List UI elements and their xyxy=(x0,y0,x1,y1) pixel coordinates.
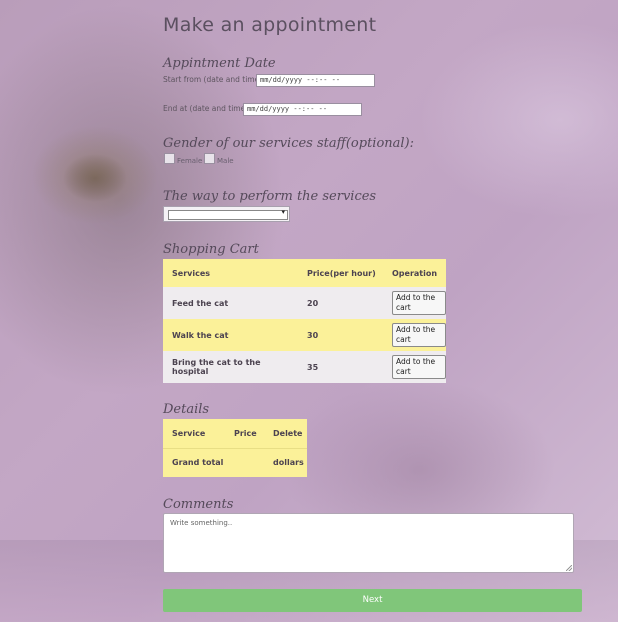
cart-price-cell: 20 xyxy=(307,298,319,308)
details-header-service: Service xyxy=(172,428,206,438)
details-header-row: Service Price Delete xyxy=(163,419,307,448)
cart-operation-cell: Add to the cart xyxy=(383,319,446,351)
add-to-cart-button[interactable]: Add to the cart xyxy=(392,291,446,315)
add-to-cart-button[interactable]: Add to the cart xyxy=(392,323,446,347)
details-header-delete: Delete xyxy=(273,428,303,438)
cart-header-price: Price(per hour) xyxy=(307,268,376,278)
grand-total-unit: dollars xyxy=(273,458,304,468)
end-datetime-input[interactable]: mm/dd/yyyy --:-- -- xyxy=(243,103,362,116)
comments-placeholder: Write something.. xyxy=(170,519,233,527)
female-label: Female xyxy=(177,157,203,165)
cart-service-cell: Bring the cat to the hospital xyxy=(172,358,261,376)
details-table: Service Price Delete Grand total dollars xyxy=(163,419,307,477)
grand-total-label: Grand total xyxy=(172,458,224,468)
appointment-date-title: Appintment Date xyxy=(163,56,276,71)
perform-way-select-box[interactable]: ▾ xyxy=(168,208,288,220)
grand-total-value xyxy=(225,448,264,477)
comments-title: Comments xyxy=(163,497,234,512)
gender-title: Gender of our services staff(optional): xyxy=(163,136,415,151)
table-row: Bring the cat to the hospital 35 Add to … xyxy=(163,351,446,383)
cart-header-row: Services Price(per hour) Operation xyxy=(163,259,446,287)
male-label: Male xyxy=(217,157,234,165)
perform-way-title: The way to perform the services xyxy=(163,189,377,204)
next-button[interactable]: Next xyxy=(163,589,582,612)
comments-textarea[interactable]: Write something.. xyxy=(163,513,574,573)
details-header-price: Price xyxy=(234,428,257,438)
cart-service-cell: Walk the cat xyxy=(172,330,229,340)
shopping-cart-table: Services Price(per hour) Operation Feed … xyxy=(163,259,446,383)
female-checkbox[interactable] xyxy=(164,153,175,164)
cart-operation-cell: Add to the cart xyxy=(383,287,446,319)
details-title: Details xyxy=(163,402,210,417)
shopping-cart-title: Shopping Cart xyxy=(163,242,259,257)
end-date-label: End at (date and time): xyxy=(163,104,251,113)
cart-operation-cell: Add to the cart xyxy=(383,351,446,383)
cart-price-cell: 30 xyxy=(307,330,319,340)
table-row: Feed the cat 20 Add to the cart xyxy=(163,287,446,319)
page-title: Make an appointment xyxy=(163,14,377,36)
grand-total-row: Grand total dollars xyxy=(163,448,307,477)
cart-service-cell: Feed the cat xyxy=(172,298,229,308)
cart-header-services: Services xyxy=(172,268,211,278)
start-date-label: Start from (date and time): xyxy=(163,75,265,84)
table-row: Walk the cat 30 Add to the cart xyxy=(163,319,446,351)
male-checkbox[interactable] xyxy=(204,153,215,164)
cart-price-cell: 35 xyxy=(307,362,319,372)
resize-grip-icon[interactable] xyxy=(566,565,572,571)
start-datetime-input[interactable]: mm/dd/yyyy --:-- -- xyxy=(256,74,375,87)
dropdown-arrow-icon[interactable]: ▾ xyxy=(281,208,285,216)
add-to-cart-button[interactable]: Add to the cart xyxy=(392,355,446,379)
perform-way-select[interactable]: ▾ xyxy=(163,206,290,222)
cart-header-operation: Operation xyxy=(392,268,438,278)
